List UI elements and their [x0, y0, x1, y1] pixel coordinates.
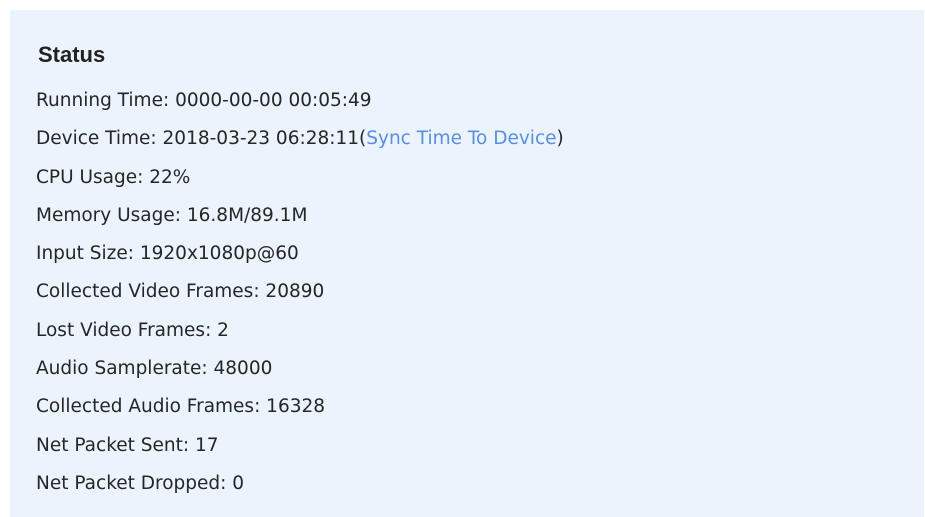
input-size-row: Input Size: 1920x1080p@60 — [36, 243, 299, 265]
cpu-usage-row: CPU Usage: 22% — [36, 166, 191, 188]
audio-samplerate-row: Audio Samplerate: 48000 — [36, 358, 273, 380]
collected-audio-frames-row: Collected Audio Frames: 16328 — [36, 396, 326, 418]
running-time-row: Running Time: 0000-00-00 00:05:49 — [36, 90, 372, 111]
lost-video-frames-row: Lost Video Frames: 2 — [36, 319, 229, 341]
device-time-value: Device Time: 2018-03-23 06:28:11 — [36, 128, 360, 150]
net-packet-sent-row: Net Packet Sent: 17 — [36, 434, 219, 456]
memory-usage-row: Memory Usage: 16.8M/89.1M — [36, 204, 308, 226]
panel-title: Status — [38, 42, 106, 67]
link-close-paren: ) — [556, 128, 564, 150]
status-panel: Status Running Time: 0000-00-00 00:05:49… — [10, 10, 924, 517]
collected-video-frames-row: Collected Video Frames: 20890 — [36, 281, 325, 303]
device-time-row: Device Time: 2018-03-23 06:28:11(Sync Ti… — [36, 126, 564, 164]
status-list: Running Time: 0000-00-00 00:05:49 Device… — [36, 88, 564, 509]
net-packet-dropped-row: Net Packet Dropped: 0 — [36, 472, 245, 494]
sync-time-link[interactable]: Sync Time To Device — [366, 128, 556, 149]
